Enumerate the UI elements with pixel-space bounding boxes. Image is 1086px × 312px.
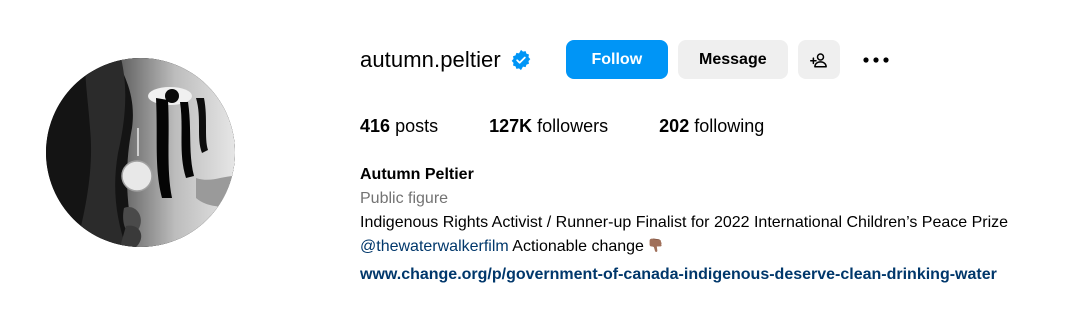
avatar-image <box>46 58 235 247</box>
verified-badge-icon <box>510 49 532 71</box>
following-label: following <box>694 116 765 136</box>
bio-text: Indigenous Rights Activist / Runner-up F… <box>360 214 1009 231</box>
profile-bio: Autumn Peltier Public figure Indigenous … <box>360 163 1008 287</box>
profile-header: autumn.peltier Follow Message <box>360 40 896 79</box>
posts-label: posts <box>395 116 439 136</box>
posts-count: 416 <box>360 116 391 136</box>
bio-line-2: @thewaterwalkerfilm Actionable change <box>360 235 1008 263</box>
profile-avatar[interactable] <box>46 58 235 247</box>
message-button[interactable]: Message <box>677 40 788 79</box>
bio-text-2: Actionable change <box>508 238 644 255</box>
more-options-icon <box>863 56 889 63</box>
add-user-button[interactable] <box>797 40 840 79</box>
posts-stat: 416 posts <box>360 116 438 137</box>
profile-stats: 416 posts 127K followers 202 following <box>360 116 815 137</box>
following-count: 202 <box>659 116 690 136</box>
bio-mention-link[interactable]: @thewaterwalkerfilm <box>360 238 509 255</box>
followers-stat[interactable]: 127K followers <box>489 116 608 137</box>
username: autumn.peltier <box>360 46 501 72</box>
following-stat[interactable]: 202 following <box>659 116 764 137</box>
followers-label: followers <box>537 116 609 136</box>
followers-count: 127K <box>489 116 533 136</box>
bio-external-link[interactable]: www.change.org/p/government-of-canada-in… <box>360 263 1008 287</box>
add-user-icon <box>809 52 827 67</box>
follow-button[interactable]: Follow <box>565 40 668 79</box>
more-options-button[interactable] <box>856 40 896 79</box>
profile-category: Public figure <box>360 190 449 207</box>
full-name: Autumn Peltier <box>360 166 474 183</box>
backhand-index-pointing-down-emoji <box>646 237 664 263</box>
